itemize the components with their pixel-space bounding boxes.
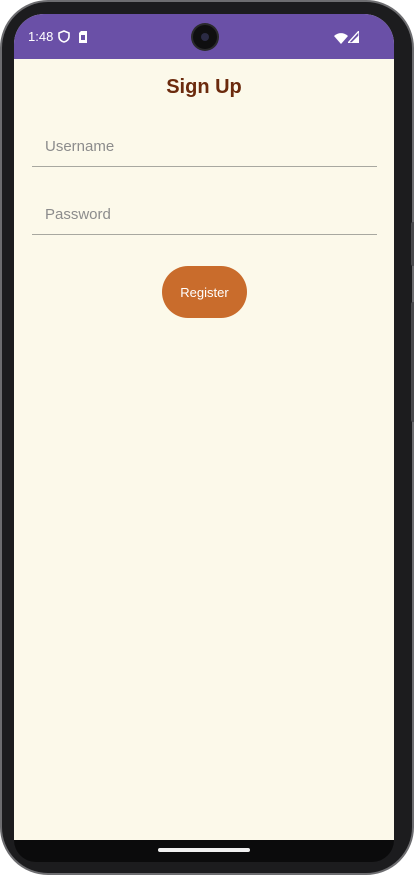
page-title: Sign Up xyxy=(166,76,242,98)
front-camera xyxy=(193,25,217,49)
signal-icon xyxy=(346,29,360,48)
sim-card-icon xyxy=(78,30,88,48)
shield-icon xyxy=(58,30,70,48)
app-screen: 1:48 Sign Up Register xyxy=(14,14,394,840)
status-bar: 1:48 xyxy=(14,14,394,59)
username-input[interactable] xyxy=(32,127,377,167)
navigation-bar xyxy=(14,840,394,862)
home-indicator[interactable] xyxy=(158,848,250,852)
register-button[interactable]: Register xyxy=(162,266,247,318)
wifi-icon xyxy=(334,31,348,49)
password-input[interactable] xyxy=(32,195,377,235)
status-time: 1:48 xyxy=(28,29,54,44)
